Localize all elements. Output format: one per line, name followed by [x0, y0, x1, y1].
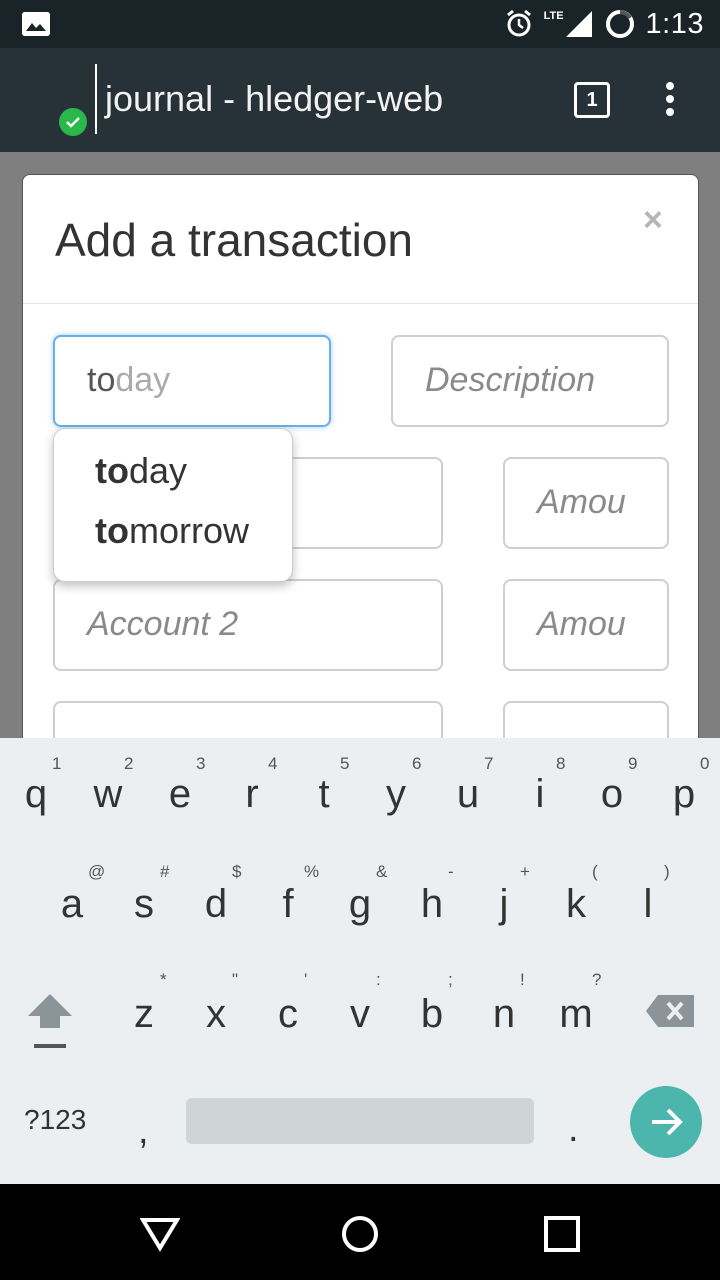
enter-button[interactable]	[630, 1086, 702, 1158]
back-icon[interactable]	[139, 1214, 181, 1254]
clock: 1:13	[645, 7, 704, 40]
date-typed-text: to	[87, 361, 116, 399]
period-key[interactable]: .	[568, 1108, 579, 1151]
key-n[interactable]: n!	[468, 970, 540, 1037]
account2-input[interactable]: Account 2	[53, 579, 443, 671]
date-input[interactable]: today	[53, 335, 331, 427]
battery-icon	[605, 10, 634, 38]
text-cursor	[95, 64, 97, 134]
key-d[interactable]: d $	[180, 862, 252, 927]
key-l[interactable]: l)	[612, 862, 684, 927]
space-bar[interactable]	[186, 1098, 534, 1144]
autocomplete-option-today[interactable]: today	[54, 451, 292, 511]
key-y[interactable]: y6	[360, 754, 432, 817]
soft-keyboard: ?123 , . q 1 w 2 e 3 r 4 t 5 y 6 u 7 i 8 o 9 p 0 a @ s # d $ f% g & h…	[0, 738, 720, 1184]
amount3-input[interactable]	[503, 701, 669, 738]
key-c[interactable]: c '	[252, 970, 324, 1037]
browser-toolbar: journal - hledger-web 1	[0, 48, 720, 152]
autocomplete-option-tomorrow[interactable]: tomorrow	[54, 511, 292, 571]
backspace-icon[interactable]	[644, 993, 696, 1029]
key-p[interactable]: p0	[648, 754, 720, 817]
symbols-key[interactable]: ?123	[24, 1104, 86, 1136]
key-k[interactable]: k(	[540, 862, 612, 927]
alarm-icon	[506, 9, 531, 37]
key-a[interactable]: a @	[36, 862, 108, 927]
key-u[interactable]: u7	[432, 754, 504, 817]
amount1-input[interactable]: Amou	[503, 457, 669, 549]
network-type-label: LTE	[543, 10, 564, 22]
divider	[23, 303, 698, 304]
system-nav-bar	[0, 1184, 720, 1280]
date-completion-hint: day	[115, 361, 171, 399]
key-m[interactable]: m?	[540, 970, 612, 1037]
close-icon[interactable]: ×	[643, 201, 663, 240]
page-title[interactable]: journal - hledger-web	[105, 78, 443, 120]
amount2-input[interactable]: Amou	[503, 579, 669, 671]
modal-title: Add a transaction	[55, 214, 414, 266]
image-notification-icon	[22, 12, 50, 36]
key-v[interactable]: v:	[324, 970, 396, 1037]
key-t[interactable]: t5	[288, 754, 360, 817]
secure-check-icon	[57, 106, 89, 138]
autocomplete-dropdown: today tomorrow	[53, 428, 293, 582]
shift-icon[interactable]	[24, 990, 76, 1052]
account3-input[interactable]	[53, 701, 443, 738]
key-g[interactable]: g &	[324, 862, 396, 927]
signal-icon	[565, 11, 592, 37]
key-z[interactable]: z *	[108, 970, 180, 1037]
key-w[interactable]: w2	[72, 754, 144, 817]
comma-key[interactable]: ,	[138, 1110, 149, 1153]
key-r[interactable]: r4	[216, 754, 288, 817]
status-bar: LTE 1:13	[0, 0, 720, 48]
key-x[interactable]: x "	[180, 970, 252, 1037]
key-f[interactable]: f%	[252, 862, 324, 927]
add-transaction-modal: Add a transaction × today Description Am…	[22, 174, 699, 738]
home-icon[interactable]	[340, 1214, 380, 1254]
key-o[interactable]: o9	[576, 754, 648, 817]
key-e[interactable]: e3	[144, 754, 216, 817]
page-backdrop: Add a transaction × today Description Am…	[0, 152, 720, 738]
recents-icon[interactable]	[542, 1214, 582, 1254]
key-b[interactable]: b;	[396, 970, 468, 1037]
description-input[interactable]: Description	[391, 335, 669, 427]
key-q[interactable]: q1	[0, 754, 72, 817]
key-i[interactable]: i8	[504, 754, 576, 817]
tab-switcher-button[interactable]: 1	[574, 82, 610, 118]
key-h[interactable]: h-	[396, 862, 468, 927]
key-j[interactable]: j +	[468, 862, 540, 927]
key-s[interactable]: s #	[108, 862, 180, 927]
overflow-menu-icon[interactable]	[660, 82, 680, 122]
